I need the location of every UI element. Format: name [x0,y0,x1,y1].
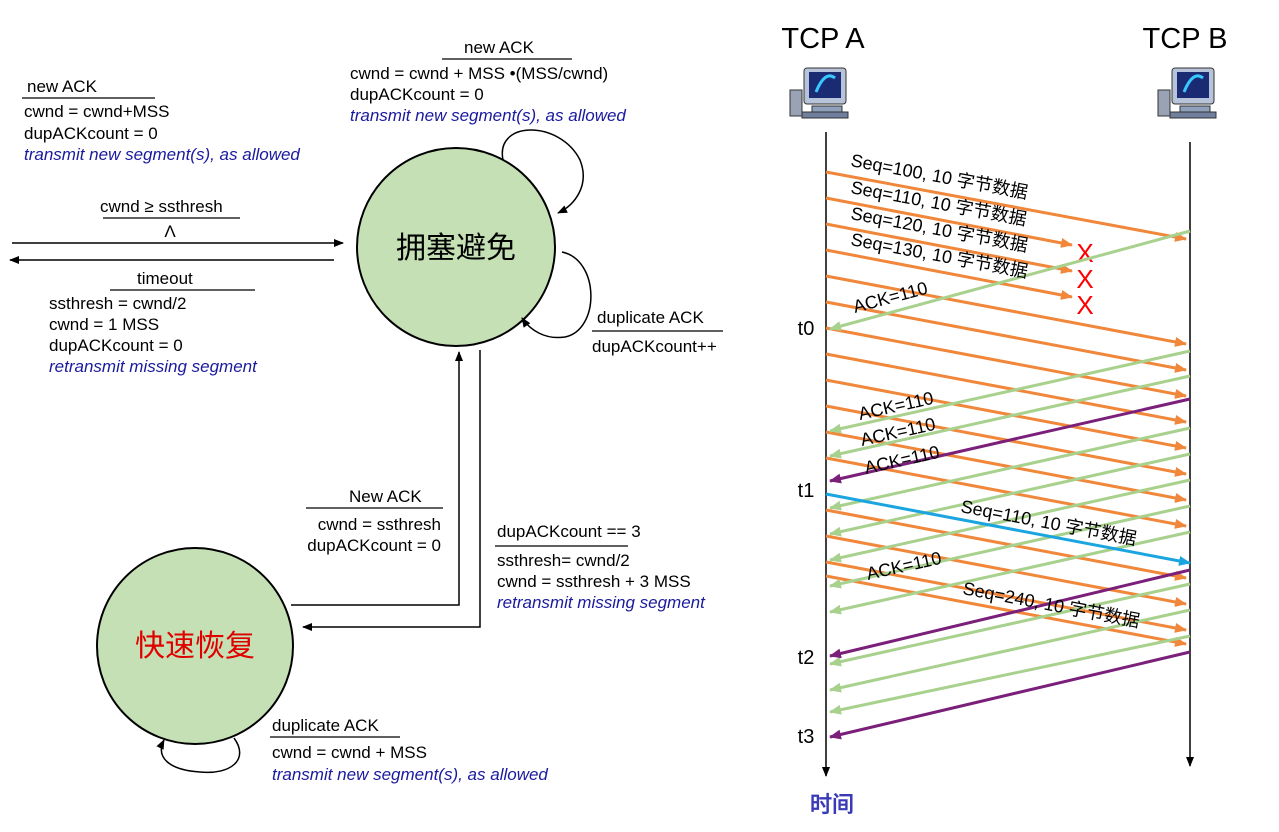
host-b-title: TCP B [1143,23,1228,55]
label-new-ack-fr: New ACK [349,487,422,506]
action-retransmit-dup3: retransmit missing segment [497,593,706,612]
segment-6 [825,300,1187,373]
fast-recovery-label: 快速恢复 [135,629,255,664]
action-ssthresh-half-dup3: ssthresh= cwnd/2 [497,551,630,570]
action-ssthresh-half: ssthresh = cwnd/2 [49,294,187,313]
action-cwnd-plus-mss-fr: cwnd = cwnd + MSS [272,743,427,762]
timeline-section: TCP A TCP B 时间 t0 t1 t2 t3 X X X Seq=100… [781,23,1227,818]
t3-label: t3 [798,726,815,748]
segment-7 [825,326,1187,399]
new-ack-fr-to-ca-arrow [291,351,463,606]
action-dupack-reset-left: dupACKcount = 0 [24,124,158,143]
action-cwnd-ssthresh: cwnd = ssthresh [318,515,441,534]
label-ack4: ACK=110 [865,548,944,584]
computer-b-icon [1157,67,1217,119]
ack-dup-11 [829,634,1191,715]
action-cwnd-plus-3mss: cwnd = ssthresh + 3 MSS [497,572,691,591]
host-a-title: TCP A [781,23,865,55]
time-axis-label: 时间 [810,792,854,818]
action-cwnd-plus-mss: cwnd = cwnd+MSS [24,102,170,121]
computer-a-icon [789,67,849,119]
t2-label: t2 [798,647,815,669]
ack-new-final [829,650,1191,740]
action-cwnd-one-mss: cwnd = 1 MSS [49,315,159,334]
action-transmit-left: transmit new segment(s), as allowed [24,145,300,164]
t1-label: t1 [798,480,815,502]
action-dupack-reset-top: dupACKcount = 0 [350,85,484,104]
action-transmit-fr: transmit new segment(s), as allowed [272,765,548,784]
label-duplicate-ack-ca: duplicate ACK [597,308,704,327]
label-lambda: Λ [164,222,176,241]
t0-label: t0 [798,318,815,340]
tcp-congestion-diagram: 拥塞避免 快速恢复 new ACK cwnd = cwnd+MSS dupACK… [9,23,1227,818]
action-transmit-top: transmit new segment(s), as allowed [350,106,626,125]
action-dupack-increment: dupACKcount++ [592,337,717,356]
label-new-ack-left: new ACK [27,77,98,96]
action-retransmit-timeout: retransmit missing segment [49,357,258,376]
label-new-ack-top: new ACK [464,38,535,57]
fsm-section: 拥塞避免 快速恢复 new ACK cwnd = cwnd+MSS dupACK… [9,38,723,784]
action-cwnd-increment: cwnd = cwnd + MSS •(MSS/cwnd) [350,64,608,83]
label-duplicate-ack-fr: duplicate ACK [272,716,379,735]
label-dupack-eq-3: dupACKcount == 3 [497,522,641,541]
label-timeout: timeout [137,269,193,288]
loss-mark-3: X [1076,290,1093,320]
label-cwnd-ge-ssthresh: cwnd ≥ ssthresh [100,197,223,216]
congestion-avoidance-label: 拥塞避免 [396,231,516,266]
action-dupack-reset-timeout: dupACKcount = 0 [49,336,183,355]
action-dupack-reset-fr: dupACKcount = 0 [307,536,441,555]
label-seq240: Seq=240, 10 字节数据 [961,578,1141,631]
